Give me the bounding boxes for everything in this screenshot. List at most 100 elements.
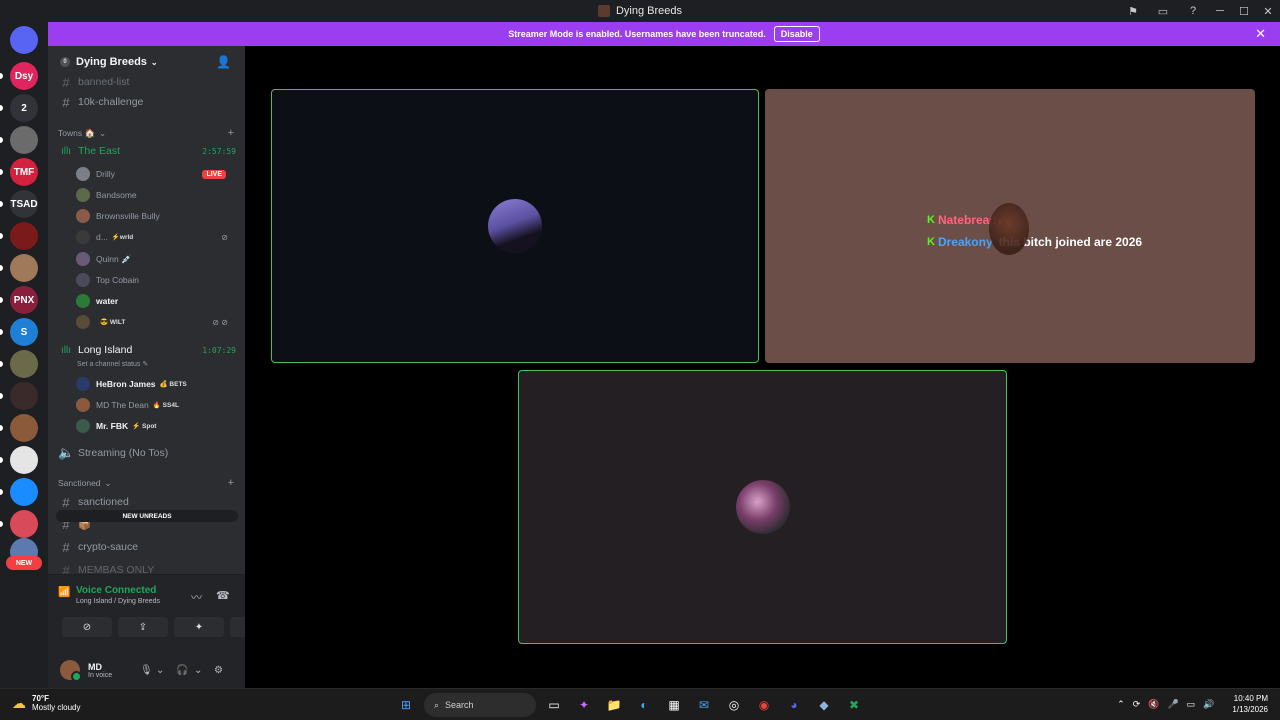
stream-tile[interactable]: K Natebready K Dreakony this bitch joine… <box>765 89 1255 363</box>
channel-10k-challenge[interactable]: # 10k-challenge <box>58 92 238 112</box>
voice-member[interactable]: Quinn 💉 <box>76 249 236 269</box>
voice-member[interactable]: HeBron James 💰 BETS <box>76 374 236 394</box>
windows-start-icon[interactable]: ⊞ <box>394 693 418 717</box>
kick-icon: K <box>927 214 935 226</box>
screen-share-icon[interactable]: ▭ <box>1148 0 1178 22</box>
channel-crypto-sauce[interactable]: # crypto-sauce <box>58 537 238 557</box>
server-icon[interactable] <box>10 126 38 154</box>
server-icon[interactable] <box>10 446 38 474</box>
channel-status-hint[interactable]: Set a channel status ✎ <box>77 358 148 370</box>
voice-member[interactable]: Drilly LIVE <box>76 164 236 184</box>
close-icon[interactable]: ✕ <box>1255 26 1266 42</box>
channel-sanctioned[interactable]: # sanctioned <box>58 492 238 512</box>
steam-icon[interactable]: ◆ <box>812 693 836 717</box>
clock-date: 1/13/2026 <box>1232 705 1268 714</box>
search-box[interactable]: ⌕ Search <box>424 693 536 717</box>
excel-icon[interactable]: ✖ <box>842 693 866 717</box>
mute-icon[interactable]: 🔇 <box>1148 699 1159 710</box>
new-unreads-pill[interactable]: NEW UNREADS <box>56 510 238 522</box>
server-icon[interactable] <box>10 478 38 506</box>
member-tag: 😎 WILT <box>100 319 126 326</box>
server-icon[interactable] <box>10 382 38 410</box>
unread-pip <box>0 265 3 271</box>
category-sanctioned[interactable]: Sanctioned ⌄ + <box>58 476 238 490</box>
chevron-down-icon[interactable]: ⌄ <box>156 665 164 676</box>
discord-icon[interactable]: ◕ <box>782 693 806 717</box>
chevron-down-icon[interactable]: ⌄ <box>194 665 202 676</box>
volume-icon[interactable]: 🔊 <box>1203 699 1214 710</box>
server-icon[interactable]: Dsy <box>10 62 38 90</box>
server-icon[interactable]: TSAD <box>10 190 38 218</box>
gear-icon[interactable]: ⚙ <box>214 665 223 676</box>
noise-suppression-icon[interactable]: 〰 <box>191 589 202 605</box>
copilot-icon[interactable]: ✦ <box>572 693 596 717</box>
activities-button[interactable]: ✦ <box>174 617 224 637</box>
display-icon[interactable]: ▭ <box>1187 699 1196 710</box>
streamer-mode-banner: Streamer Mode is enabled. Usernames have… <box>48 22 1280 46</box>
voice-channel-long-island[interactable]: ıllı Long Island 1:07:29 <box>58 341 238 359</box>
server-icon[interactable] <box>10 222 38 250</box>
sync-icon[interactable]: ⟳ <box>1133 699 1141 710</box>
camera-off-button[interactable]: ⊘ <box>62 617 112 637</box>
voice-member[interactable]: MD The Dean 🔥 SS4L <box>76 395 236 415</box>
voice-channel-the-east[interactable]: ıllı The East 2:57:59 <box>58 142 238 160</box>
server-icon[interactable]: S <box>10 318 38 346</box>
weather-widget[interactable]: ☁ 70°F Mostly cloudy <box>12 694 80 712</box>
voice-member[interactable]: 😎 WILT ⊘ ⊘ <box>76 312 236 332</box>
microphone-icon[interactable]: 🎤 <box>1167 699 1178 710</box>
avatar[interactable] <box>60 660 82 682</box>
disable-streamer-mode-button[interactable]: Disable <box>773 26 820 42</box>
server-icon[interactable] <box>10 350 38 378</box>
chevron-up-icon[interactable]: ⌃ <box>1117 699 1125 710</box>
server-icon[interactable] <box>10 414 38 442</box>
edge-icon[interactable]: ◐ <box>632 693 656 717</box>
search-label: Search <box>445 700 474 710</box>
voice-member[interactable]: Mr. FBK ⚡ Spot <box>76 416 236 436</box>
hash-icon: # <box>62 494 70 510</box>
participant-tile[interactable] <box>518 370 1007 644</box>
server-icon[interactable] <box>10 26 38 54</box>
server-icon[interactable]: 2 <box>10 94 38 122</box>
add-channel-icon[interactable]: + <box>228 127 234 139</box>
chatgpt-icon[interactable]: ◎ <box>722 693 746 717</box>
file-explorer-icon[interactable]: 📁 <box>602 693 626 717</box>
chrome-icon[interactable]: ◉ <box>752 693 776 717</box>
headphones-icon[interactable]: 🎧 <box>176 665 188 676</box>
share-screen-button[interactable]: ⇪ <box>118 617 168 637</box>
add-channel-icon[interactable]: + <box>228 477 234 489</box>
voice-member[interactable]: d... ⚡wrld ⊘ <box>76 227 236 247</box>
user-panel: MD In voice 🎙 ⌄ 🎧 ⌄ ⚙ <box>48 651 245 689</box>
voice-member[interactable]: water <box>76 291 236 311</box>
voice-connection-info[interactable]: 📶 Voice Connected Long Island / Dying Br… <box>58 585 160 605</box>
store-icon[interactable]: ▦ <box>662 693 686 717</box>
clock[interactable]: 10:40 PM 1/13/2026 <box>1232 693 1268 715</box>
avatar <box>76 419 90 433</box>
server-icon[interactable] <box>10 254 38 282</box>
participant-tile[interactable] <box>271 89 759 363</box>
maximize-button[interactable]: ☐ <box>1232 0 1256 22</box>
voice-connected-label: Voice Connected <box>76 585 157 596</box>
server-icon[interactable]: TMF <box>10 158 38 186</box>
channel-banned-list[interactable]: # banned-list <box>58 72 238 92</box>
server-icon[interactable] <box>10 510 38 538</box>
voice-member[interactable]: Brownsville Bully <box>76 206 236 226</box>
system-tray: ⌃ ⟳ 🔇 🎤 ▭ 🔊 10:40 PM 1/13/2026 <box>1117 693 1268 715</box>
help-icon[interactable]: ? <box>1178 0 1208 22</box>
microphone-icon[interactable]: 🎙 <box>140 665 153 676</box>
mail-icon[interactable]: ✉ <box>692 693 716 717</box>
member-name: d... <box>96 232 108 242</box>
new-server-pill[interactable]: NEW <box>6 556 42 570</box>
disconnect-icon[interactable]: ☎ <box>216 589 230 602</box>
inbox-icon[interactable]: ⚑ <box>1118 0 1148 22</box>
channel-streaming[interactable]: 🔈 Streaming (No Tos) <box>58 443 238 463</box>
avatar <box>76 398 90 412</box>
minimize-button[interactable]: ─ <box>1208 0 1232 22</box>
voice-member[interactable]: Top Cobain <box>76 270 236 290</box>
member-tag: ⚡ Spot <box>132 423 157 430</box>
invite-people-icon[interactable]: 👤 <box>216 55 231 69</box>
server-icon[interactable]: PNX <box>10 286 38 314</box>
voice-member[interactable]: Bandsome <box>76 185 236 205</box>
close-window-button[interactable]: ✕ <box>1256 0 1280 22</box>
task-view-icon[interactable]: ▭ <box>542 693 566 717</box>
category-towns[interactable]: Towns 🏠 ⌄ + <box>58 126 238 140</box>
